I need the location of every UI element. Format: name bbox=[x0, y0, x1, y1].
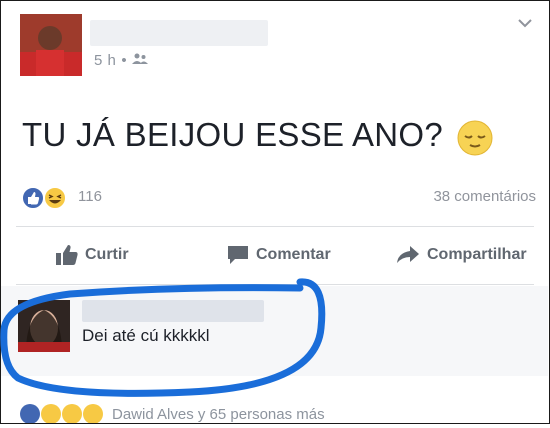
author-name-redacted[interactable] bbox=[90, 20, 268, 46]
share-button[interactable]: Compartilhar bbox=[396, 242, 527, 268]
share-label: Compartilhar bbox=[427, 246, 527, 263]
highlight-circle-annotation bbox=[0, 278, 326, 397]
reaction-icons[interactable] bbox=[19, 185, 73, 211]
separator-dot: • bbox=[121, 52, 128, 69]
comment-label: Comentar bbox=[256, 246, 331, 263]
post-text: TU JÁ BEIJOU ESSE ANO? bbox=[22, 116, 444, 153]
next-post-reactions-text[interactable]: Dawid Alves y 65 personas más bbox=[112, 406, 325, 423]
divider-top bbox=[16, 226, 534, 227]
reactions-count[interactable]: 116 bbox=[78, 188, 102, 205]
relieved-face-emoji-icon bbox=[456, 119, 494, 157]
comments-count-link[interactable]: 38 comentários bbox=[433, 188, 536, 205]
share-arrow-icon bbox=[397, 246, 419, 263]
author-avatar[interactable] bbox=[20, 14, 82, 76]
friends-icon bbox=[132, 52, 149, 69]
post-options-chevron-icon[interactable] bbox=[514, 14, 536, 32]
post-time[interactable]: 5 h bbox=[94, 52, 116, 69]
comment-bubble-icon bbox=[228, 246, 248, 264]
like-button[interactable]: Curtir bbox=[56, 242, 129, 268]
post-meta: 5 h • bbox=[94, 52, 149, 69]
haha-reaction-icon bbox=[43, 186, 67, 210]
comment-button[interactable]: Comentar bbox=[227, 242, 331, 268]
thumbs-up-icon bbox=[56, 245, 78, 265]
next-post-reaction-icons[interactable] bbox=[18, 403, 104, 424]
like-label: Curtir bbox=[85, 246, 129, 263]
